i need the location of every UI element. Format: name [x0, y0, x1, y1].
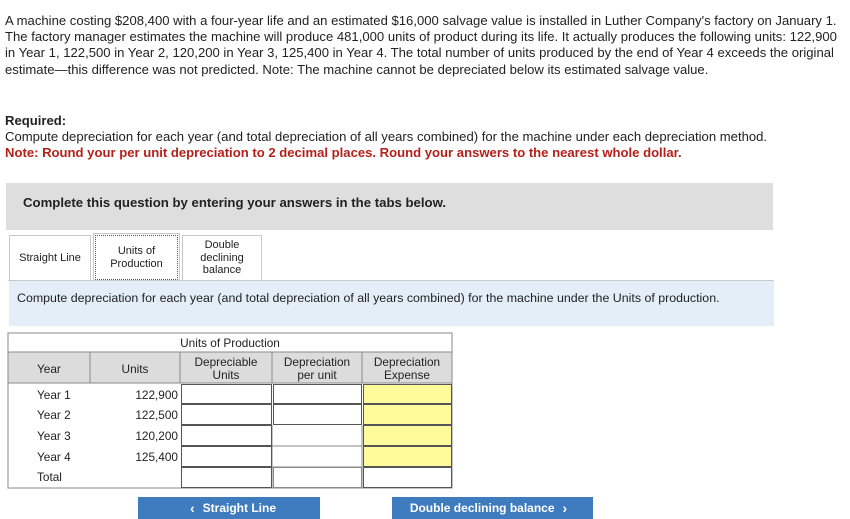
required-heading: Required:: [5, 113, 67, 128]
depreciation-expense-input-year-4[interactable]: [363, 446, 452, 467]
problem-statement: A machine costing $208,400 with a four-y…: [5, 13, 837, 77]
tab-units-of-production[interactable]: Units of Production: [93, 233, 180, 282]
depreciation-expense-input-total[interactable]: [363, 467, 452, 488]
header-year: Year: [37, 362, 61, 376]
row-year-4-units: 125,400: [135, 450, 178, 464]
next-double-declining-button[interactable]: Double declining balance ›: [392, 497, 593, 519]
prev-button-label: Straight Line: [202, 501, 276, 515]
chevron-right-icon: ›: [562, 500, 568, 516]
rounding-note: Note: Round your per unit depreciation t…: [5, 145, 682, 160]
tab-units-of-production-label: Units of Production: [110, 245, 163, 270]
depreciable-units-input-total[interactable]: [181, 467, 272, 488]
required-section: Required: Compute depreciation for each …: [5, 113, 845, 161]
header-units: Units: [121, 362, 149, 376]
row-year-2-units: 122,500: [135, 408, 178, 422]
next-button-label: Double declining balance: [409, 501, 555, 515]
tab-straight-line-label: Straight Line: [19, 251, 81, 264]
depreciation-per-unit-input-total[interactable]: [273, 467, 362, 488]
instructions-banner: Complete this question by entering your …: [6, 183, 773, 230]
row-year-4-label: Year 4: [37, 450, 71, 464]
chevron-left-icon: ‹: [189, 500, 195, 516]
header-depreciation-expense: Depreciation Expense: [373, 355, 441, 382]
depreciable-units-input-year-2[interactable]: [181, 404, 272, 425]
row-year-3-label: Year 3: [37, 429, 71, 443]
row-year-3-units: 120,200: [135, 429, 178, 443]
header-depreciable-units: Depreciable Units: [194, 355, 258, 382]
header-depreciation-per-unit: Depreciation per unit: [283, 355, 351, 382]
depreciation-per-unit-input-year-1[interactable]: [273, 384, 362, 404]
banner-text: Complete this question by entering your …: [23, 195, 447, 210]
tab-double-declining-balance[interactable]: Double declining balance: [182, 235, 262, 280]
prev-straight-line-button[interactable]: ‹ Straight Line: [138, 497, 320, 519]
row-year-1-label: Year 1: [37, 388, 71, 402]
depreciation-expense-input-year-1[interactable]: [363, 384, 452, 404]
table-title: Units of Production: [180, 336, 280, 350]
tab-straight-line[interactable]: Straight Line: [9, 235, 91, 280]
row-year-1-units: 122,900: [135, 388, 178, 402]
depreciation-per-unit-input-year-2[interactable]: [273, 404, 362, 425]
row-year-2-label: Year 2: [37, 408, 71, 422]
depreciation-expense-input-year-2[interactable]: [363, 404, 452, 425]
depreciable-units-input-year-1[interactable]: [181, 384, 272, 404]
depreciable-units-input-year-4[interactable]: [181, 446, 272, 467]
depreciable-units-input-year-3[interactable]: [181, 425, 272, 446]
tab-instruction-panel: Compute depreciation for each year (and …: [9, 281, 774, 326]
row-total-label: Total: [37, 470, 62, 484]
required-text: Compute depreciation for each year (and …: [5, 129, 768, 144]
depreciation-expense-input-year-3[interactable]: [363, 425, 452, 446]
tab-instruction-text: Compute depreciation for each year (and …: [17, 291, 720, 305]
tab-double-declining-label: Double declining balance: [200, 239, 244, 277]
